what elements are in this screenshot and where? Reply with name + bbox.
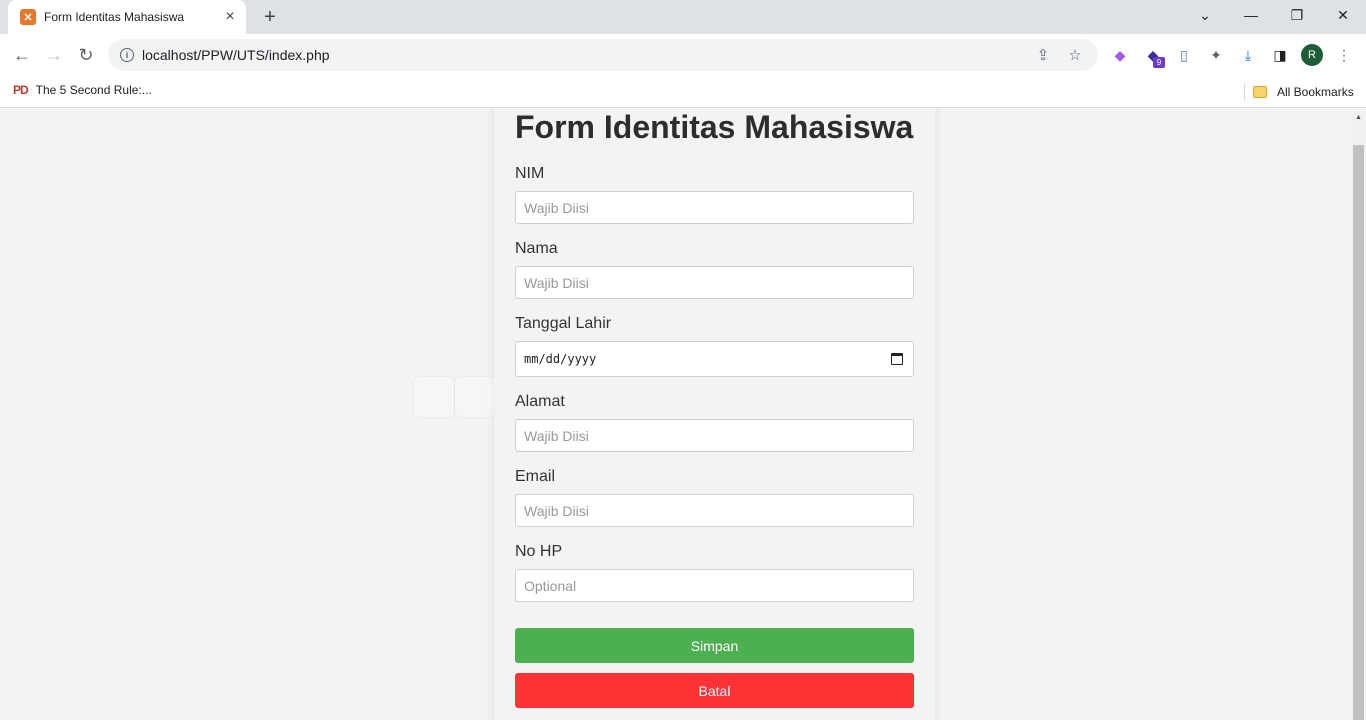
pd-logo-icon: PD [13,83,29,97]
page-viewport: Form Identitas Mahasiswa NIM Wajib Diisi… [0,109,1366,720]
nama-label: Nama [515,240,558,257]
all-bookmarks-label: All Bookmarks [1277,85,1354,99]
folder-icon [1253,86,1267,98]
tanggal-lahir-label: Tanggal Lahir [515,315,612,332]
side-panel-icon[interactable]: ◨ [1270,45,1290,65]
save-button[interactable]: Simpan [515,628,914,663]
no-hp-label: No HP [515,543,563,560]
extension-book-icon[interactable]: ▯ [1174,45,1194,65]
browser-tab-strip: ✕ Form Identitas Mahasiswa × + ⌄ — ❐ ✕ [0,0,1366,34]
extensions-puzzle-icon[interactable]: ✦ [1206,45,1226,65]
address-bar[interactable]: i localhost/PPW/UTS/index.php ⇪ ☆ [108,39,1098,71]
calendar-icon[interactable] [891,353,903,365]
minimize-icon[interactable]: — [1228,0,1274,30]
back-icon[interactable]: ← [10,43,34,67]
email-label: Email [515,468,556,485]
download-icon[interactable]: ⤓ [1238,45,1258,65]
scroll-up-arrow-icon[interactable]: ▲ [1355,114,1362,121]
form-title: Form Identitas Mahasiswa [515,109,914,145]
bookmark-item[interactable]: PD The 5 Second Rule:... [13,83,152,97]
alamat-label: Alamat [515,393,565,410]
restore-icon[interactable]: ❐ [1274,0,1320,30]
nama-input[interactable]: Wajib Diisi [515,266,914,299]
extension-gradient-icon[interactable]: ◆ [1110,45,1130,65]
close-window-icon[interactable]: ✕ [1320,0,1366,30]
tab-title: Form Identitas Mahasiswa [44,10,185,24]
nim-input[interactable]: Wajib Diisi [515,191,914,224]
tanggal-lahir-input[interactable]: mm/dd/yyyy [515,341,914,377]
menu-kebab-icon[interactable]: ⋮ [1334,45,1354,65]
page-scrollbar[interactable]: ▲ [1351,109,1366,720]
close-tab-icon[interactable]: × [222,9,238,25]
bookmark-star-icon[interactable]: ☆ [1066,46,1084,64]
browser-tab[interactable]: ✕ Form Identitas Mahasiswa × [8,0,246,34]
cancel-button[interactable]: Batal [515,673,914,708]
nim-label: NIM [515,165,545,182]
scroll-thumb[interactable] [1353,145,1364,720]
floating-placeholder-box [455,377,495,417]
xampp-favicon-icon: ✕ [20,9,36,25]
share-icon[interactable]: ⇪ [1034,46,1052,64]
profile-avatar[interactable]: R [1301,44,1323,66]
new-tab-icon[interactable]: + [258,6,282,28]
all-bookmarks-button[interactable]: All Bookmarks [1244,83,1354,101]
bookmarks-bar: PD The 5 Second Rule:... All Bookmarks [0,76,1366,108]
floating-placeholder-box [414,377,454,417]
no-hp-input[interactable]: Optional [515,569,914,602]
email-input[interactable]: Wajib Diisi [515,494,914,527]
site-info-icon[interactable]: i [120,48,134,62]
date-placeholder: mm/dd/yyyy [524,352,597,366]
alamat-input[interactable]: Wajib Diisi [515,419,914,452]
extension-badge: 9 [1153,57,1165,68]
tab-search-chevron-icon[interactable]: ⌄ [1182,0,1228,30]
reload-icon[interactable]: ↻ [74,43,98,67]
bookmark-label: The 5 Second Rule:... [35,83,152,97]
url-text[interactable]: localhost/PPW/UTS/index.php [142,47,1034,63]
forward-icon[interactable]: → [42,43,66,67]
form-card: Form Identitas Mahasiswa NIM Wajib Diisi… [494,109,935,720]
